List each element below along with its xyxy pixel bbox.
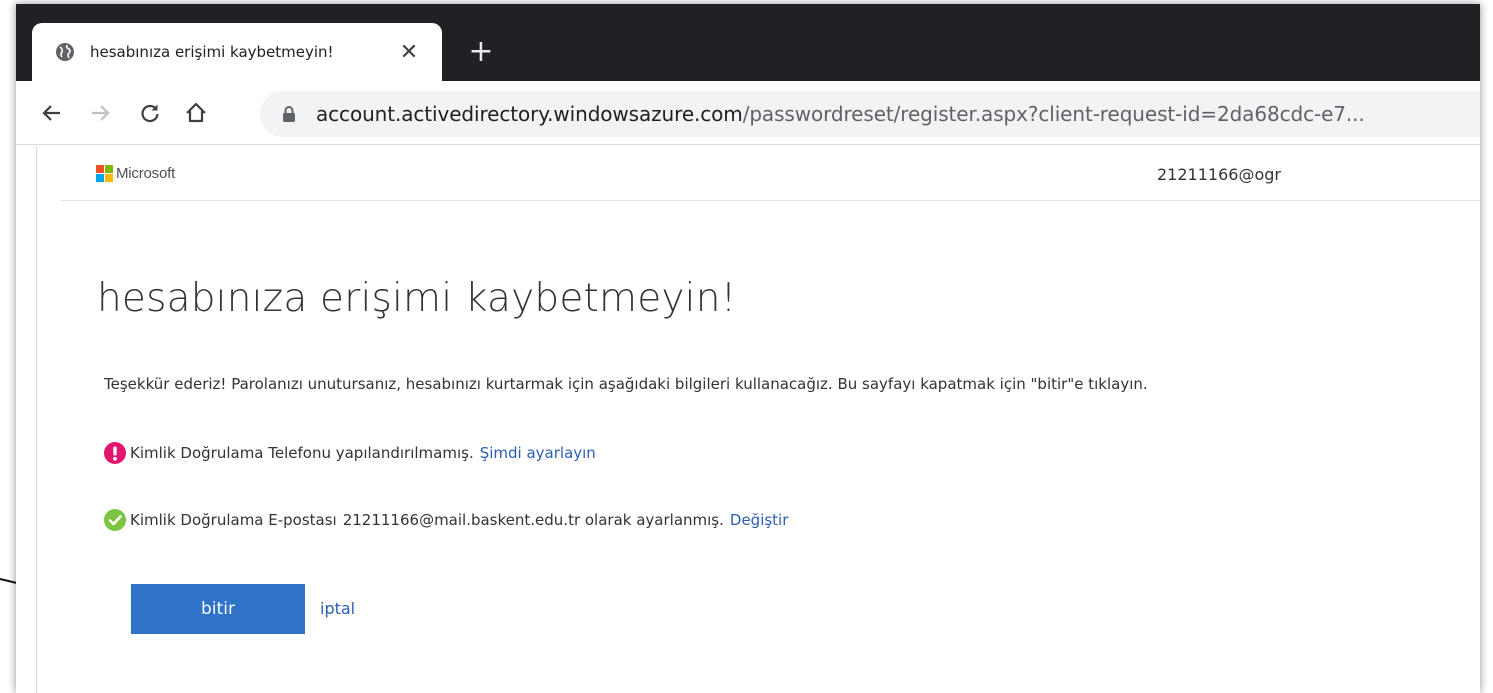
microsoft-logo: Microsoft (96, 165, 175, 182)
email-status-label: Kimlik Doğrulama E-postası (130, 511, 337, 529)
globe-icon (54, 41, 76, 63)
microsoft-logo-icon (96, 165, 113, 182)
page-content: Microsoft 21211166@ogr hesabınıza erişim… (36, 146, 1480, 693)
intro-text: Teşekkür ederiz! Parolanızı unutursanız,… (104, 375, 1148, 393)
page-title: hesabınıza erişimi kaybetmeyin! (97, 276, 737, 321)
ms-header-bar: Microsoft 21211166@ogr (61, 146, 1480, 201)
checkmark-icon (104, 509, 126, 531)
phone-status-row: Kimlik Doğrulama Telefonu yapılandırılma… (104, 442, 596, 464)
tab-strip: hesabınıza erişimi kaybetmeyin! ✕ + (16, 4, 1480, 81)
url-text: account.activedirectory.windowsazure.com… (316, 102, 1365, 126)
browser-tab[interactable]: hesabınıza erişimi kaybetmeyin! ✕ (32, 23, 442, 81)
new-tab-button[interactable]: + (464, 36, 498, 70)
forward-arrow-icon[interactable] (82, 95, 118, 131)
email-status-row: Kimlik Doğrulama E-postası 21211166@mail… (104, 509, 788, 531)
phone-status-text: Kimlik Doğrulama Telefonu yapılandırılma… (130, 444, 474, 462)
browser-toolbar: account.activedirectory.windowsazure.com… (16, 81, 1480, 145)
setup-phone-link[interactable]: Şimdi ayarlayın (480, 444, 596, 462)
home-icon[interactable] (178, 95, 214, 131)
email-status-value: 21211166@mail.baskent.edu.tr olarak ayar… (342, 511, 724, 529)
url-host: account.activedirectory.windowsazure.com (316, 102, 743, 126)
cancel-link[interactable]: iptal (320, 599, 355, 618)
address-bar[interactable]: account.activedirectory.windowsazure.com… (260, 91, 1480, 137)
close-icon[interactable]: ✕ (396, 39, 422, 65)
lock-icon (282, 105, 296, 123)
reload-icon[interactable] (132, 95, 168, 131)
change-email-link[interactable]: Değiştir (730, 511, 789, 529)
url-path: /passwordreset/register.aspx?client-requ… (742, 102, 1365, 126)
error-icon (104, 442, 126, 464)
signed-in-user[interactable]: 21211166@ogr (1157, 165, 1281, 184)
finish-button[interactable]: bitir (131, 584, 305, 634)
tab-title: hesabınıza erişimi kaybetmeyin! (90, 43, 334, 61)
brand-name: Microsoft (116, 165, 176, 182)
browser-window: hesabınıza erişimi kaybetmeyin! ✕ + acco… (16, 4, 1480, 693)
back-arrow-icon[interactable] (34, 95, 70, 131)
